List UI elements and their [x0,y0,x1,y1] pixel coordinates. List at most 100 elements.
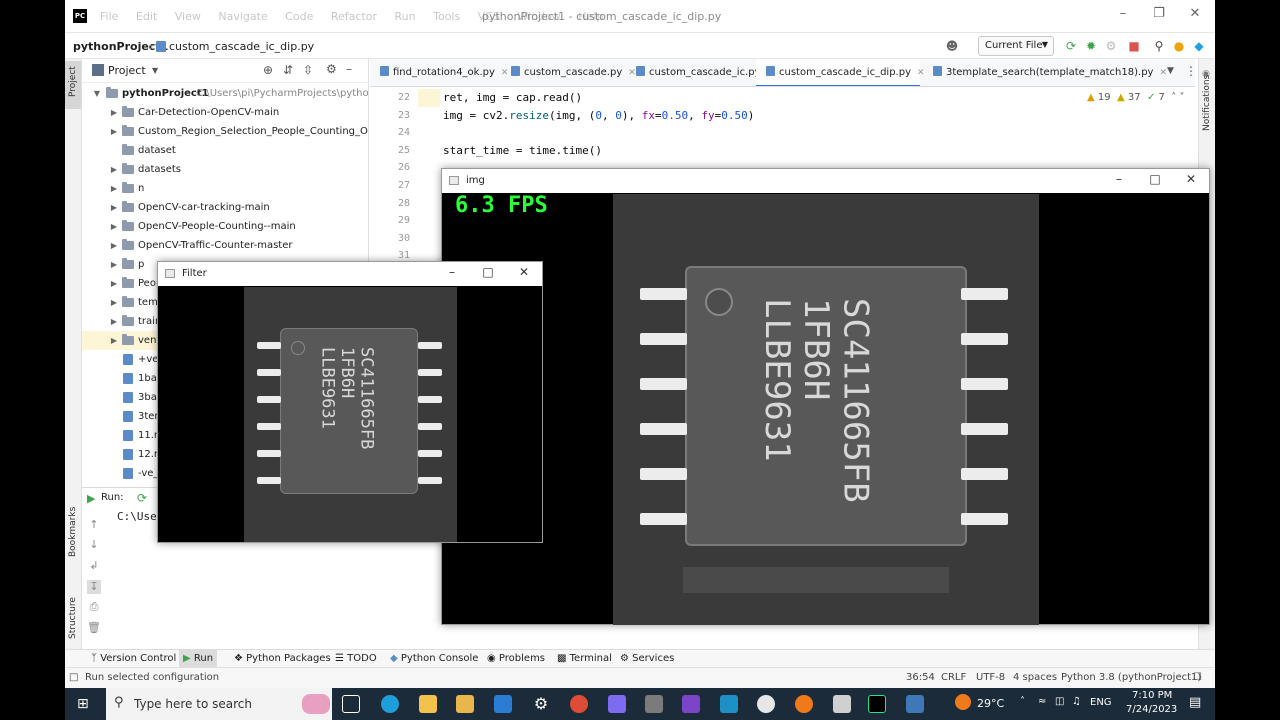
user-icon[interactable]: ☻ [945,39,959,53]
hide-panel-icon[interactable]: – [346,62,352,76]
menu-view[interactable]: View [175,10,201,23]
run-tab-label[interactable]: Run: [101,492,124,503]
pycharm-taskbar-icon[interactable] [868,695,886,713]
scroll-to-end-icon[interactable]: ↧ [87,580,101,594]
editor-tab[interactable]: find_rotation4_ok.py ✕ [370,59,508,86]
code-line-22[interactable]: ret, img = cap.read() [443,91,582,104]
clock-date[interactable]: 7/24/2023 [1126,704,1177,715]
linux-app-icon[interactable] [757,695,775,713]
terminal-tool[interactable]: ▩ Terminal [553,650,616,668]
chevron-right-icon[interactable]: ▶ [109,160,119,179]
problems-tool[interactable]: ◉ Problems [483,650,549,668]
chevron-down-icon[interactable]: ▼ [92,84,102,103]
indent-setting[interactable]: 4 spaces [1013,672,1057,683]
chevron-right-icon[interactable]: ▶ [109,122,119,141]
tree-folder[interactable]: ▶ OpenCV-Traffic-Counter-master [82,236,368,255]
minimize-icon[interactable]: – [1101,172,1137,186]
minimize-icon[interactable]: – [1105,6,1141,21]
chrome-icon[interactable] [570,695,588,713]
code-line-25[interactable]: start_time = time.time() [443,144,602,157]
windows-start-icon[interactable]: ⊞ [77,696,89,712]
chevron-up-icon[interactable]: ˄ [1171,92,1176,103]
chevron-right-icon[interactable]: ▶ [109,255,119,274]
menu-code[interactable]: Code [285,10,313,23]
lock-icon[interactable]: ☐ [1193,672,1202,683]
python-packages-tool[interactable]: ❖ Python Packages [230,650,335,668]
crosshair-icon[interactable]: ⊕ [263,63,273,77]
menu-navigate[interactable]: Navigate [218,10,267,23]
file-encoding[interactable]: UTF-8 [976,672,1005,683]
weather-icon[interactable] [955,694,971,710]
breadcrumb-file[interactable]: custom_cascade_ic_dip.py [169,40,314,53]
python-console-tool[interactable]: ◆ Python Console [386,650,482,668]
code-line-23[interactable]: img = cv2.resize(img, (0, 0), fx=0.50, f… [443,109,754,122]
jetbrains-icon[interactable]: ◆ [1192,39,1206,53]
chevron-down-icon[interactable]: ▼ [1167,66,1174,76]
store-icon[interactable] [456,695,474,713]
battery-icon[interactable]: ◫ [1055,696,1064,707]
coverage-icon[interactable]: ⚙ [1104,39,1118,53]
chevron-right-icon[interactable]: ▶ [109,179,119,198]
firefox-icon[interactable] [795,695,813,713]
expand-all-icon[interactable]: ⇵ [283,63,293,77]
update-icon[interactable]: ● [1172,39,1186,53]
ocr-app-icon[interactable] [645,695,663,713]
menu-file[interactable]: File [100,10,118,23]
chevron-down-icon[interactable]: ▼ [152,66,158,75]
close-icon[interactable]: ✕ [1177,6,1213,21]
caret-position[interactable]: 36:54 [906,672,935,683]
rerun-icon[interactable]: ⟳ [137,491,147,505]
settings-icon[interactable]: ⚙ [532,695,550,713]
weather-temp[interactable]: 29°C [977,697,1004,710]
run-configuration-select[interactable]: Current File ▼ [978,36,1054,56]
project-tool-label[interactable]: Project [68,66,78,97]
menu-edit[interactable]: Edit [136,10,157,23]
restore-icon[interactable]: ❐ [1141,6,1177,21]
editor-tab[interactable]: custom_cascade_ic_dip.py ✕ [756,59,925,86]
version-control-tool[interactable]: ᛉ Version Control [87,650,180,668]
edge-icon[interactable] [381,695,399,713]
python-taskbar-icon[interactable] [906,695,924,713]
gear-icon[interactable]: ⚙ [326,62,337,76]
file-explorer-icon[interactable] [419,695,437,713]
clock-time[interactable]: 7:10 PM [1132,690,1172,701]
mail-icon[interactable] [494,695,512,713]
chevron-right-icon[interactable]: ▶ [109,312,119,331]
minimize-icon[interactable]: – [434,265,470,279]
menu-tools[interactable]: Tools [433,10,460,23]
network-icon[interactable]: ≈ [1038,696,1046,707]
close-icon[interactable]: ✕ [506,265,542,279]
close-icon[interactable]: ✕ [1173,172,1209,186]
python-interpreter[interactable]: Python 3.8 (pythonProject1) [1061,672,1201,683]
menu-run[interactable]: Run [395,10,416,23]
rerun-icon[interactable]: ⟳ [1064,39,1078,53]
task-view-icon[interactable] [342,695,360,713]
chevron-right-icon[interactable]: ▶ [109,236,119,255]
notification-center-icon[interactable]: ▤ [1189,695,1201,710]
restore-icon[interactable]: □ [1137,172,1173,186]
chevron-right-icon[interactable]: ▶ [109,331,119,350]
app-icon[interactable] [608,695,626,713]
debug-icon[interactable]: ✹ [1084,39,1098,53]
line-separator[interactable]: CRLF [941,672,966,683]
tree-root[interactable]: ▼ pythonProject1 C:\Users\pi\PycharmProj… [82,84,368,103]
tree-folder[interactable]: ▶ datasets [82,160,368,179]
visual-studio-icon[interactable] [682,695,700,713]
language-indicator[interactable]: ENG [1090,697,1112,708]
chevron-right-icon[interactable]: ▶ [109,274,119,293]
structure-tool-label[interactable]: Structure [68,597,78,639]
run-tool[interactable]: ▶ Run [179,650,218,668]
tree-folder[interactable]: dataset [82,141,368,160]
todo-tool[interactable]: ☰ TODO [331,650,381,668]
services-tool[interactable]: ⚙ Services [616,650,678,668]
more-options-icon[interactable]: ⋮ [1185,64,1195,78]
taskbar-search[interactable]: ⚲ Type here to search [106,688,332,720]
chevron-right-icon[interactable]: ▶ [109,198,119,217]
tree-folder[interactable]: ▶ OpenCV-car-tracking-main [82,198,368,217]
chevron-right-icon[interactable]: ▶ [109,217,119,236]
tree-folder[interactable]: ▶ OpenCV-People-Counting--main [82,217,368,236]
tree-folder[interactable]: ▶ n [82,179,368,198]
inspection-widget[interactable]: ▲ 19 ▲ 37 ✓ 7 ˄ ˅ [1087,92,1184,103]
tree-folder[interactable]: ▶ Car-Detection-OpenCV-main [82,103,368,122]
editor-tab[interactable]: custom_cascade_ic.py✕ [626,59,774,86]
